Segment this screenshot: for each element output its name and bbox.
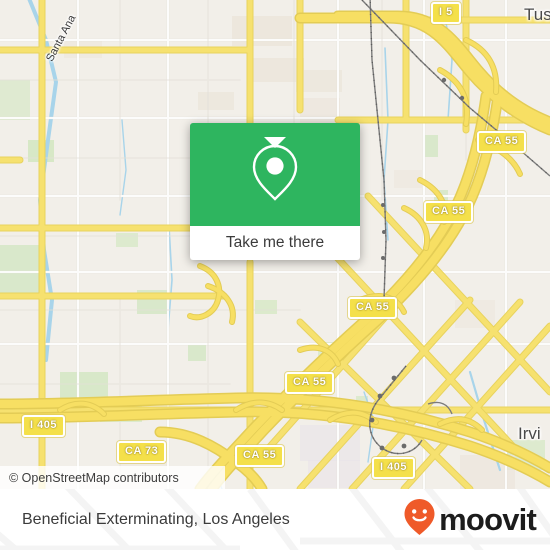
map-pin-icon	[249, 141, 301, 208]
page-title: Beneficial Exterminating, Los Angeles	[22, 489, 290, 550]
shield-i-405-right[interactable]: I 405	[372, 457, 415, 479]
popup-tail	[264, 137, 286, 148]
shield-ca-73[interactable]: CA 73	[117, 441, 167, 463]
place-label-irvine: Irvi	[518, 424, 541, 443]
take-me-there-button[interactable]: Take me there	[190, 226, 360, 260]
place-label-tustin: Tus	[524, 5, 550, 24]
shield-i-5[interactable]: I 5	[431, 2, 461, 24]
shield-i-405-left[interactable]: I 405	[22, 415, 65, 437]
map-canvas[interactable]: .rd { stroke:#f6e16f; fill:none; stroke-…	[0, 0, 550, 489]
moovit-logo[interactable]: moovit	[403, 489, 537, 550]
moovit-pin-icon	[403, 498, 436, 541]
shield-ca-55-east[interactable]: CA 55	[424, 201, 474, 223]
shield-ca-55-north[interactable]: CA 55	[477, 131, 527, 153]
osm-attribution-text: © OpenStreetMap contributors	[9, 470, 179, 485]
shield-ca-55-mid[interactable]: CA 55	[348, 297, 398, 319]
take-me-there-label: Take me there	[225, 234, 325, 251]
shield-ca-55-bottom[interactable]: CA 55	[235, 445, 285, 467]
page-title-text: Beneficial Exterminating, Los Angeles	[22, 510, 290, 528]
shield-ca-55-low[interactable]: CA 55	[285, 372, 335, 394]
moovit-wordmark: moovit	[439, 502, 537, 537]
footer-bar: Beneficial Exterminating, Los Angeles mo…	[0, 489, 550, 550]
map-screenshot-root: .rd { stroke:#f6e16f; fill:none; stroke-…	[0, 0, 550, 550]
osm-attribution[interactable]: © OpenStreetMap contributors	[0, 466, 225, 489]
